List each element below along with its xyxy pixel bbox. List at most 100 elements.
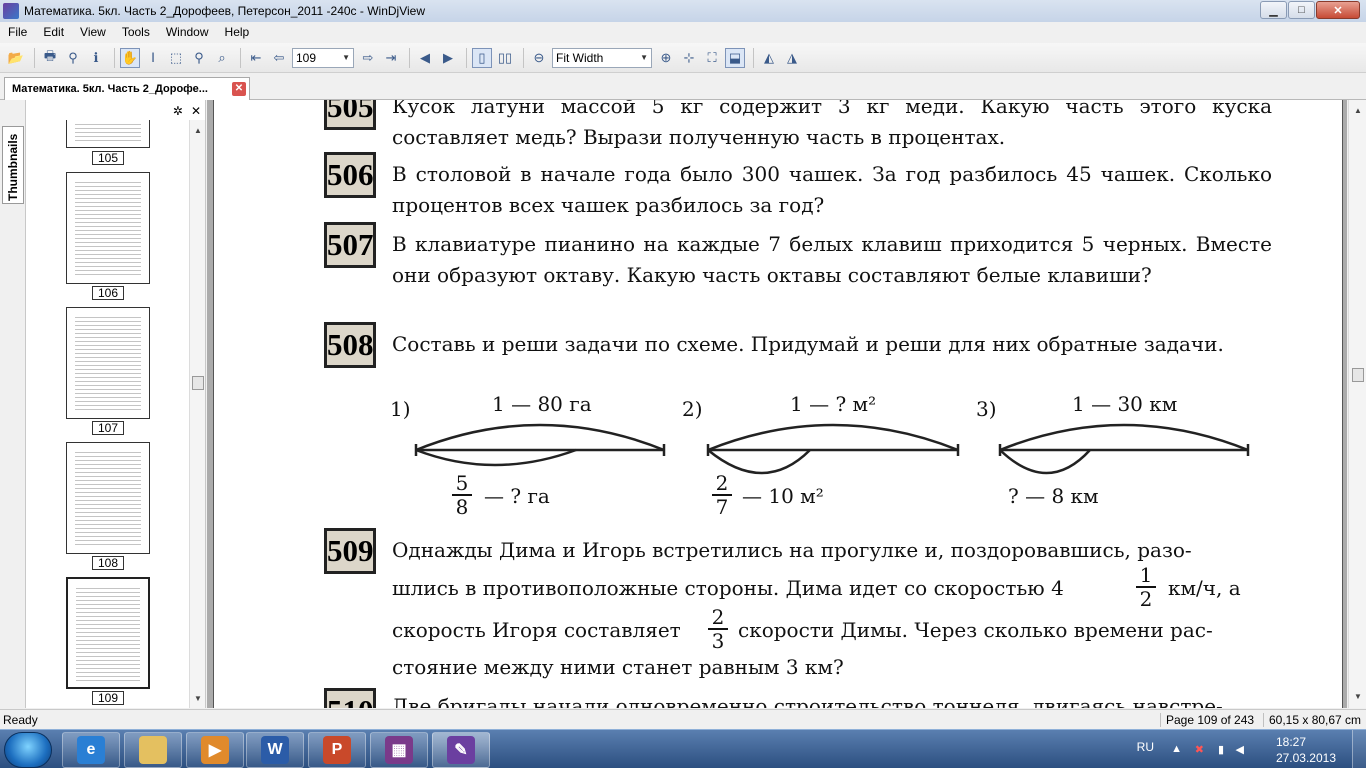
- last-page-icon[interactable]: ⇥: [381, 48, 401, 68]
- taskbar-ie[interactable]: e: [62, 732, 120, 768]
- actual-size-icon[interactable]: ⛶: [702, 48, 722, 68]
- rect-select-icon[interactable]: ⬚: [166, 48, 186, 68]
- show-desktop-button[interactable]: [1352, 730, 1366, 768]
- document-scrollbar[interactable]: ▲ ▼: [1348, 100, 1366, 708]
- rotate-right-icon[interactable]: ◮: [782, 48, 802, 68]
- taskbar-windjview[interactable]: ✎: [432, 732, 490, 768]
- problem-number: 506: [324, 152, 376, 198]
- show-hidden-icons-icon[interactable]: ▲: [1171, 743, 1182, 755]
- menu-bar: File Edit View Tools Window Help: [0, 22, 1366, 42]
- scroll-up-icon[interactable]: ▲: [1354, 106, 1362, 115]
- forward-icon[interactable]: ▶: [438, 48, 458, 68]
- zoom-combo[interactable]: Fit Width ▼: [552, 47, 652, 68]
- taskbar-word[interactable]: W: [246, 732, 304, 768]
- signal-icon[interactable]: ▮: [1218, 743, 1224, 756]
- problem-text: В столовой в начале года было 300 чашек.…: [392, 162, 1272, 217]
- start-button[interactable]: [4, 732, 52, 768]
- tab-close-icon[interactable]: ✕: [232, 82, 246, 96]
- network-error-icon[interactable]: ✖: [1195, 743, 1204, 756]
- problem-509-line-2b: км/ч, а: [1168, 576, 1241, 600]
- page-preview: [75, 121, 141, 141]
- powerpoint-icon: P: [323, 736, 351, 764]
- problem-509-line-4: стояние между ними станет равным 3 км?: [392, 655, 844, 679]
- menu-view[interactable]: View: [72, 25, 114, 39]
- menu-help[interactable]: Help: [217, 25, 258, 39]
- problem-509-line-3b: скорости Димы. Через сколько времени рас…: [738, 618, 1213, 642]
- minimize-button[interactable]: ▁: [1260, 1, 1287, 19]
- taskbar: e ▶ W P ▦ ✎ RU ▲ ✖ ▮ ◀ 18:27 27.03.2013: [0, 729, 1366, 768]
- document-tab-bar: Математика. 5кл. Часть 2_Дорофе... ✕: [0, 74, 1366, 100]
- zoom-rect-icon[interactable]: ⚲: [189, 48, 209, 68]
- problem-number: 508: [324, 322, 376, 368]
- taskbar-explorer[interactable]: [124, 732, 182, 768]
- problem-text: Кусок латуни массой 5 кг содержит 3 кг м…: [392, 100, 1272, 149]
- close-button[interactable]: ✕: [1316, 1, 1360, 19]
- thumbnail-page[interactable]: [66, 172, 150, 284]
- panel-close-icon[interactable]: ✕: [191, 104, 201, 118]
- status-page: Page 109 of 243: [1160, 713, 1254, 727]
- taskbar-winrar[interactable]: ▦: [370, 732, 428, 768]
- maximize-button[interactable]: □: [1288, 1, 1315, 19]
- page-preview: [75, 179, 141, 277]
- separator: [523, 47, 524, 68]
- thumbnail-page[interactable]: [66, 307, 150, 419]
- ie-icon: e: [77, 736, 105, 764]
- back-icon[interactable]: ◀: [415, 48, 435, 68]
- clock-date[interactable]: 27.03.2013: [1276, 751, 1336, 765]
- word-icon: W: [261, 736, 289, 764]
- problem-509-line-1: Однажды Дима и Игорь встретились на прог…: [392, 538, 1192, 562]
- menu-file[interactable]: File: [0, 25, 35, 39]
- menu-window[interactable]: Window: [158, 25, 217, 39]
- scroll-down-icon[interactable]: ▼: [194, 694, 202, 703]
- info-icon[interactable]: ℹ: [86, 48, 106, 68]
- settings-icon[interactable]: ✲: [173, 104, 183, 118]
- text-select-icon[interactable]: Ⅰ: [143, 48, 163, 68]
- scrollbar-thumb[interactable]: [1352, 368, 1364, 382]
- print-icon[interactable]: 🖶: [40, 48, 60, 68]
- rotate-left-icon[interactable]: ◭: [759, 48, 779, 68]
- two-page-icon[interactable]: ▯▯: [495, 48, 515, 68]
- language-indicator[interactable]: RU: [1137, 740, 1154, 754]
- window-controls: ▁ □ ✕: [1259, 1, 1360, 19]
- fit-width-icon[interactable]: ⬓: [725, 47, 745, 68]
- thumbnail-number: 108: [92, 556, 124, 570]
- document-tab[interactable]: Математика. 5кл. Часть 2_Дорофе... ✕: [4, 77, 250, 100]
- clock-time[interactable]: 18:27: [1276, 735, 1306, 749]
- magnify-icon[interactable]: ⌕: [212, 48, 232, 68]
- menu-tools[interactable]: Tools: [114, 25, 158, 39]
- thumbnail-scrollbar[interactable]: ▲ ▼: [189, 120, 205, 708]
- zoom-out-icon[interactable]: ⊖: [529, 48, 549, 68]
- prev-page-icon[interactable]: ⇦: [269, 48, 289, 68]
- zoom-in-icon[interactable]: ⊕: [656, 48, 676, 68]
- fit-page-icon[interactable]: ⊹: [679, 48, 699, 68]
- document-page: 505 Кусок латуни массой 5 кг содержит 3 …: [213, 100, 1343, 708]
- window-title: Математика. 5кл. Часть 2_Дорофеев, Петер…: [24, 4, 425, 18]
- single-page-icon[interactable]: ▯: [472, 47, 492, 68]
- taskbar-media-player[interactable]: ▶: [186, 732, 244, 768]
- find-icon[interactable]: ⚲: [63, 48, 83, 68]
- problem-509-line-2a: шлись в противоположные стороны. Дима ид…: [392, 576, 1064, 600]
- scheme-bottom-label: — ? га: [484, 484, 550, 508]
- page-number-combo[interactable]: 109 ▼: [292, 47, 354, 68]
- thumbnail-page[interactable]: [66, 120, 150, 148]
- first-page-icon[interactable]: ⇤: [246, 48, 266, 68]
- document-viewport[interactable]: 505 Кусок латуни массой 5 кг содержит 3 …: [207, 100, 1347, 708]
- volume-icon[interactable]: ◀: [1236, 743, 1244, 756]
- fraction-numerator: 2: [708, 606, 728, 630]
- taskbar-powerpoint[interactable]: P: [308, 732, 366, 768]
- status-bar: Ready Page 109 of 243 60,15 x 80,67 cm: [0, 709, 1366, 729]
- system-tray: RU ▲ ✖ ▮ ◀ 18:27 27.03.2013: [1086, 730, 1346, 768]
- thumbnail-page[interactable]: [66, 442, 150, 554]
- problem-509-fraction-2: 2 3: [708, 606, 728, 652]
- menu-edit[interactable]: Edit: [35, 25, 72, 39]
- thumbnail-page-current[interactable]: [66, 577, 150, 689]
- scrollbar-thumb[interactable]: [192, 376, 204, 390]
- scroll-down-icon[interactable]: ▼: [1354, 692, 1362, 701]
- scroll-up-icon[interactable]: ▲: [194, 126, 202, 135]
- fraction-denominator: 8: [455, 495, 469, 519]
- thumbnails-tab[interactable]: Thumbnails: [2, 126, 24, 204]
- hand-tool-icon[interactable]: ✋: [120, 47, 140, 68]
- open-icon[interactable]: 📂: [6, 48, 26, 68]
- next-page-icon[interactable]: ⇨: [358, 48, 378, 68]
- title-bar: Математика. 5кл. Часть 2_Дорофеев, Петер…: [0, 0, 1366, 22]
